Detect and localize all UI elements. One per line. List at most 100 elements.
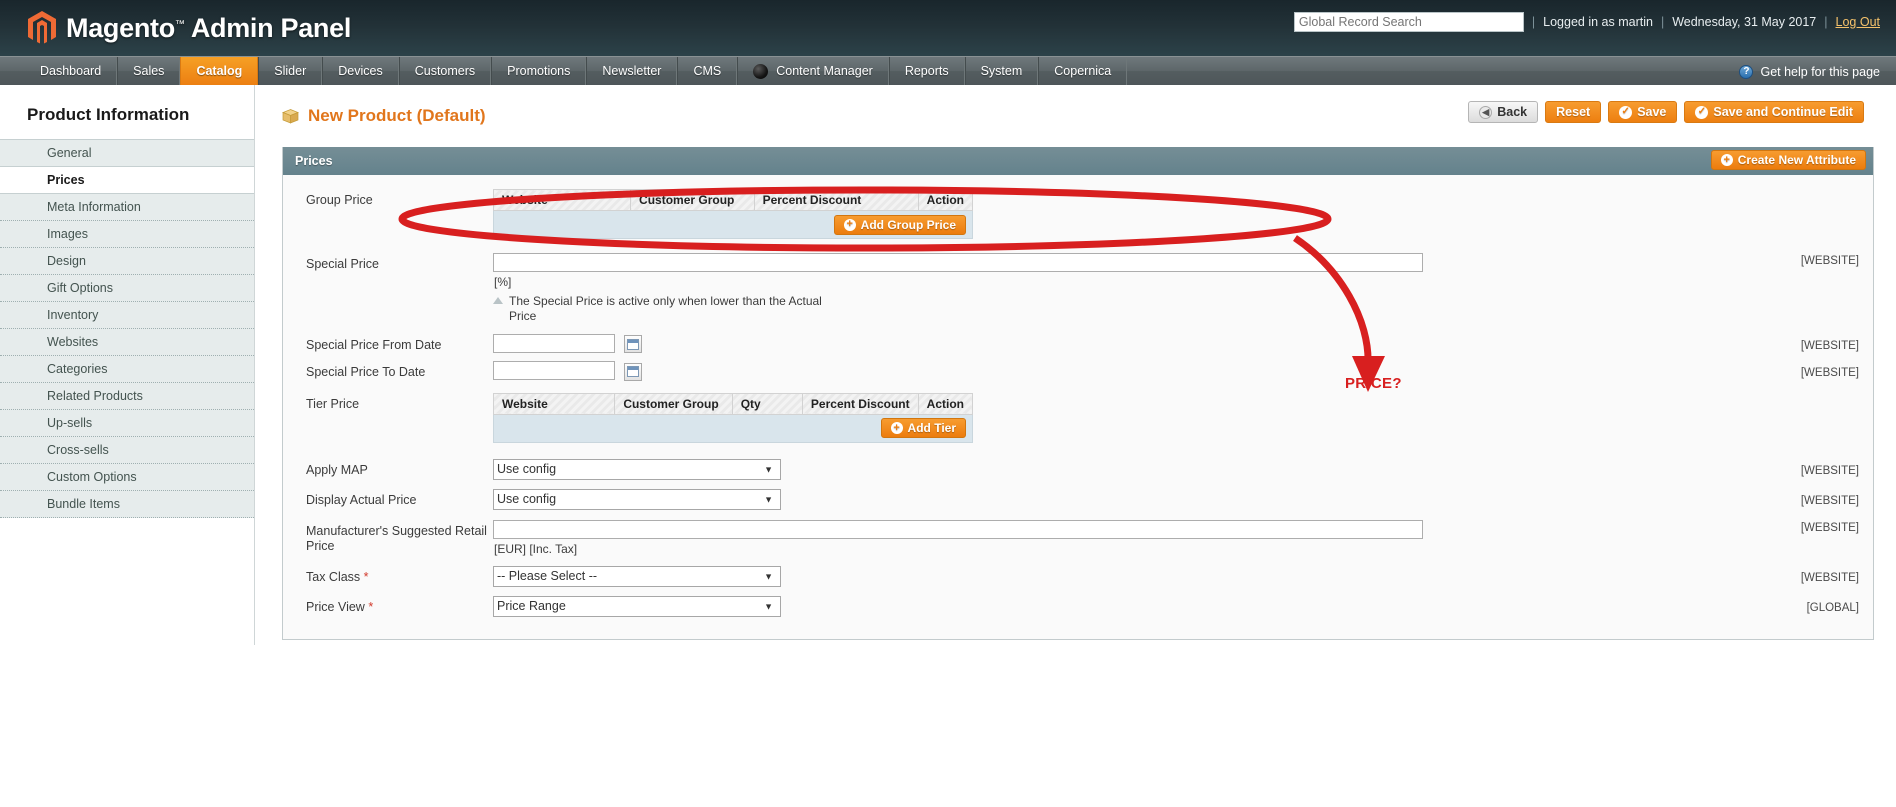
tier-price-label: Tier Price [306, 396, 360, 411]
nav-label: Dashboard [40, 64, 102, 78]
main-navigation: Dashboard Sales Catalog Slider Devices C… [0, 56, 1896, 85]
special-price-from-input[interactable] [493, 334, 615, 353]
sidebar-item-label: Gift Options [47, 281, 113, 295]
special-price-note-text: The Special Price is active only when lo… [509, 294, 822, 323]
msrp-scope: [WEBSITE] [1800, 521, 1859, 534]
special-price-note: The Special Price is active only when lo… [493, 289, 823, 324]
sidebar-item-label: Websites [47, 335, 99, 349]
nav-item-system[interactable]: System [964, 57, 1039, 85]
sidebar-item-label: Related Products [47, 389, 143, 403]
nav-item-cms[interactable]: CMS [677, 57, 738, 85]
page-title: New Product (Default) [282, 106, 486, 126]
main-content: New Product (Default) ◀ Back Reset ✓ Sav… [255, 85, 1896, 807]
field-row-display-actual-price: Display Actual Price Use config ▼ [WEBSI… [283, 487, 1873, 512]
table-header-row: Website Customer Group Percent Discount … [492, 189, 974, 211]
msrp-hint: [EUR] [Inc. Tax] [494, 541, 578, 556]
nav-item-customers[interactable]: Customers [398, 57, 492, 85]
msrp-input[interactable] [493, 519, 1423, 539]
nav-item-slider[interactable]: Slider [258, 57, 323, 85]
add-tier-label: Add Tier [907, 421, 956, 436]
tax-class-select[interactable]: -- Please Select -- [493, 565, 781, 587]
nav-item-content-manager[interactable]: Content Manager [737, 57, 889, 85]
global-search-input[interactable] [1293, 12, 1524, 32]
nav-item-dashboard[interactable]: Dashboard [25, 57, 118, 85]
logo-brand: Magento [66, 12, 175, 43]
calendar-icon[interactable] [624, 362, 643, 381]
header-right: | Logged in as martin | Wednesday, 31 Ma… [1293, 12, 1880, 32]
display-actual-price-select-wrap: Use config ▼ [493, 488, 781, 510]
product-box-icon [282, 108, 299, 124]
page-action-buttons: ◀ Back Reset ✓ Save ✓ Save and Continue … [1468, 101, 1864, 123]
magento-logo[interactable]: Magento™ Admin Panel [27, 11, 351, 45]
save-and-continue-button[interactable]: ✓ Save and Continue Edit [1684, 101, 1864, 123]
field-row-tier-price: Tier Price Website Customer Group Qty Pe… [283, 391, 1873, 445]
sidebar-item-design[interactable]: Design [0, 248, 254, 275]
logo-trademark: ™ [174, 18, 185, 30]
nav-label: Content Manager [776, 64, 873, 78]
col-customer-group: Customer Group [614, 392, 733, 415]
tax-class-select-wrap: -- Please Select -- ▼ [493, 565, 781, 587]
nav-label: Newsletter [602, 64, 662, 78]
special-price-hint: [%] [494, 275, 512, 289]
sidebar-item-custom-options[interactable]: Custom Options [0, 464, 254, 491]
apply-map-select[interactable]: Use config [493, 458, 781, 480]
help-label: Get help for this page [1760, 64, 1880, 79]
special-price-to-input[interactable] [493, 361, 615, 381]
sidebar-item-inventory[interactable]: Inventory [0, 302, 254, 329]
create-new-attribute-button[interactable]: + Create New Attribute [1710, 150, 1866, 170]
save-and-continue-label: Save and Continue Edit [1713, 105, 1853, 119]
sidebar-item-general[interactable]: General [0, 140, 254, 167]
prices-panel-body: Group Price Website Customer Group Perce… [283, 175, 1873, 639]
back-button[interactable]: ◀ Back [1468, 101, 1539, 123]
add-group-price-button[interactable]: + Add Group Price [833, 214, 966, 235]
price-view-select[interactable]: Price Range [493, 595, 781, 617]
sidebar-item-related-products[interactable]: Related Products [0, 383, 254, 410]
sidebar-item-up-sells[interactable]: Up-sells [0, 410, 254, 437]
col-action: Action [917, 392, 974, 415]
sidebar-item-label: Categories [47, 362, 108, 376]
nav-item-sales[interactable]: Sales [117, 57, 181, 85]
page-body: Product Information General Prices Meta … [0, 85, 1896, 807]
reset-button[interactable]: Reset [1545, 101, 1602, 123]
sidebar-item-images[interactable]: Images [0, 221, 254, 248]
sidebar-item-cross-sells[interactable]: Cross-sells [0, 437, 254, 464]
sidebar-item-websites[interactable]: Websites [0, 329, 254, 356]
special-price-scope: [WEBSITE] [1800, 255, 1859, 267]
nav-item-devices[interactable]: Devices [322, 57, 399, 85]
sidebar-item-bundle-items[interactable]: Bundle Items [0, 491, 254, 518]
sidebar-item-prices[interactable]: Prices [0, 166, 254, 194]
msrp-label: Manufacturer's Suggested Retail Price [306, 523, 487, 553]
current-date: Wednesday, 31 May 2017 [1672, 15, 1817, 29]
nav-item-copernica[interactable]: Copernica [1038, 57, 1128, 85]
price-view-scope: [GLOBAL] [1806, 601, 1859, 614]
special-price-from-label: Special Price From Date [306, 338, 442, 352]
table-row: + Add Tier [493, 413, 973, 443]
nav-label: Catalog [196, 64, 243, 78]
calendar-icon[interactable] [624, 335, 643, 354]
sidebar-item-meta-information[interactable]: Meta Information [0, 194, 254, 221]
logged-in-user: Logged in as martin [1543, 15, 1653, 29]
display-actual-price-scope: [WEBSITE] [1800, 494, 1859, 507]
save-button[interactable]: ✓ Save [1608, 101, 1678, 123]
special-price-input[interactable] [493, 253, 1423, 272]
nav-label: Slider [274, 64, 307, 78]
nav-item-newsletter[interactable]: Newsletter [586, 57, 678, 85]
sidebar-item-label: General [47, 146, 92, 160]
nav-item-promotions[interactable]: Promotions [491, 57, 587, 85]
sidebar-item-gift-options[interactable]: Gift Options [0, 275, 254, 302]
apply-map-label: Apply MAP [306, 462, 368, 477]
field-row-price-view: Price View * Price Range ▼ [GLOBAL] [283, 594, 1873, 619]
nav-item-catalog[interactable]: Catalog [180, 57, 259, 85]
display-actual-price-select[interactable]: Use config [493, 488, 781, 510]
logout-link[interactable]: Log Out [1836, 15, 1880, 29]
header-separator-1: | [1531, 15, 1536, 29]
nav-item-reports[interactable]: Reports [888, 57, 965, 85]
add-tier-button[interactable]: + Add Tier [880, 418, 966, 439]
field-row-special-price: Special Price [%] The Special Price is a… [283, 251, 1873, 326]
col-percent-discount: Percent Discount [753, 189, 919, 211]
get-help-link[interactable]: ? Get help for this page [1739, 57, 1880, 86]
prices-panel-header: Prices + Create New Attribute [283, 147, 1873, 175]
sidebar-item-categories[interactable]: Categories [0, 356, 254, 383]
save-button-label: Save [1637, 105, 1667, 119]
add-group-price-label: Add Group Price [860, 217, 956, 232]
